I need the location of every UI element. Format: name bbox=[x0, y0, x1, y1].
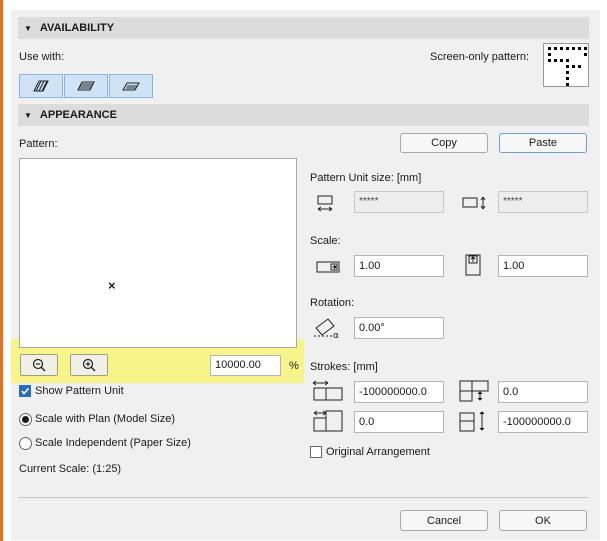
checkmark-icon bbox=[21, 387, 30, 395]
cancel-button[interactable]: Cancel bbox=[400, 510, 488, 531]
stroke-left-icon bbox=[312, 378, 344, 402]
current-scale-text: Current Scale: (1:25) bbox=[19, 463, 122, 475]
pattern-origin-cross-icon: × bbox=[108, 278, 116, 293]
screen-only-pattern-label: Screen-only pattern: bbox=[430, 51, 530, 63]
pattern-label: Pattern: bbox=[19, 138, 58, 150]
stroke-field-3[interactable]: 0.0 bbox=[354, 411, 444, 433]
scale-independent-label: Scale Independent (Paper Size) bbox=[35, 437, 191, 449]
window-edge bbox=[0, 0, 3, 541]
ok-button[interactable]: OK bbox=[499, 510, 587, 531]
appearance-header-label: APPEARANCE bbox=[39, 109, 117, 121]
svg-text:α: α bbox=[333, 331, 339, 339]
strokes-label: Strokes: [mm] bbox=[310, 361, 378, 373]
pattern-preview[interactable]: × bbox=[19, 158, 297, 348]
show-pattern-unit-label: Show Pattern Unit bbox=[35, 385, 124, 397]
fill-cover-icon bbox=[77, 81, 95, 91]
zoom-out-icon bbox=[32, 358, 46, 372]
use-with-cut-fill-button[interactable] bbox=[19, 74, 63, 98]
use-with-cover-fill-button[interactable] bbox=[64, 74, 108, 98]
scale-y-icon bbox=[462, 253, 484, 277]
scale-x-field[interactable]: 1.00 bbox=[354, 255, 444, 277]
rotation-angle-icon: α bbox=[312, 315, 344, 339]
scale-label: Scale: bbox=[310, 235, 341, 247]
appearance-section-header[interactable]: ▼ APPEARANCE bbox=[18, 104, 589, 126]
use-with-surface-fill-button[interactable] bbox=[109, 74, 153, 98]
use-with-label: Use with: bbox=[19, 51, 65, 63]
screen-pattern-glyph-icon bbox=[548, 47, 587, 86]
zoom-in-button[interactable] bbox=[70, 354, 108, 376]
stroke-top-icon bbox=[458, 378, 490, 404]
zoom-percent-field[interactable]: 10000.00 bbox=[210, 355, 281, 376]
zoom-out-button[interactable] bbox=[20, 354, 58, 376]
original-arrangement-label: Original Arrangement bbox=[326, 446, 430, 458]
stroke-right-icon bbox=[312, 408, 344, 434]
paste-button[interactable]: Paste bbox=[499, 133, 587, 153]
fill-surface-icon bbox=[122, 82, 140, 91]
collapse-triangle-icon: ▼ bbox=[24, 110, 32, 120]
scale-x-icon bbox=[316, 257, 342, 277]
fill-cut-icon bbox=[33, 80, 49, 92]
unit-width-field: ***** bbox=[354, 191, 444, 213]
copy-button[interactable]: Copy bbox=[400, 133, 488, 153]
original-arrangement-checkbox[interactable] bbox=[310, 446, 322, 458]
scale-independent-radio[interactable] bbox=[19, 437, 32, 450]
zoom-in-icon bbox=[82, 358, 96, 372]
screen-only-pattern-swatch[interactable] bbox=[543, 43, 589, 87]
scale-with-plan-label: Scale with Plan (Model Size) bbox=[35, 413, 176, 425]
rotation-label: Rotation: bbox=[310, 297, 355, 309]
unit-width-icon bbox=[314, 193, 336, 215]
show-pattern-unit-checkbox[interactable] bbox=[19, 385, 31, 397]
availability-header-label: AVAILABILITY bbox=[39, 22, 115, 34]
stroke-field-4[interactable]: -100000000.0 bbox=[498, 411, 588, 433]
unit-height-field: ***** bbox=[498, 191, 588, 213]
collapse-triangle-icon: ▼ bbox=[24, 23, 32, 33]
stroke-field-1[interactable]: -100000000.0 bbox=[354, 381, 444, 403]
scale-with-plan-radio[interactable] bbox=[19, 413, 32, 426]
rotation-field[interactable]: 0.00° bbox=[354, 317, 444, 339]
stroke-field-2[interactable]: 0.0 bbox=[498, 381, 588, 403]
pattern-unit-size-label: Pattern Unit size: [mm] bbox=[310, 172, 422, 184]
unit-height-icon bbox=[462, 193, 488, 213]
stroke-bottom-icon bbox=[458, 408, 490, 434]
availability-section-header[interactable]: ▼ AVAILABILITY bbox=[18, 17, 589, 39]
scale-y-field[interactable]: 1.00 bbox=[498, 255, 588, 277]
footer-divider bbox=[18, 497, 589, 498]
zoom-unit-label: % bbox=[289, 360, 299, 372]
